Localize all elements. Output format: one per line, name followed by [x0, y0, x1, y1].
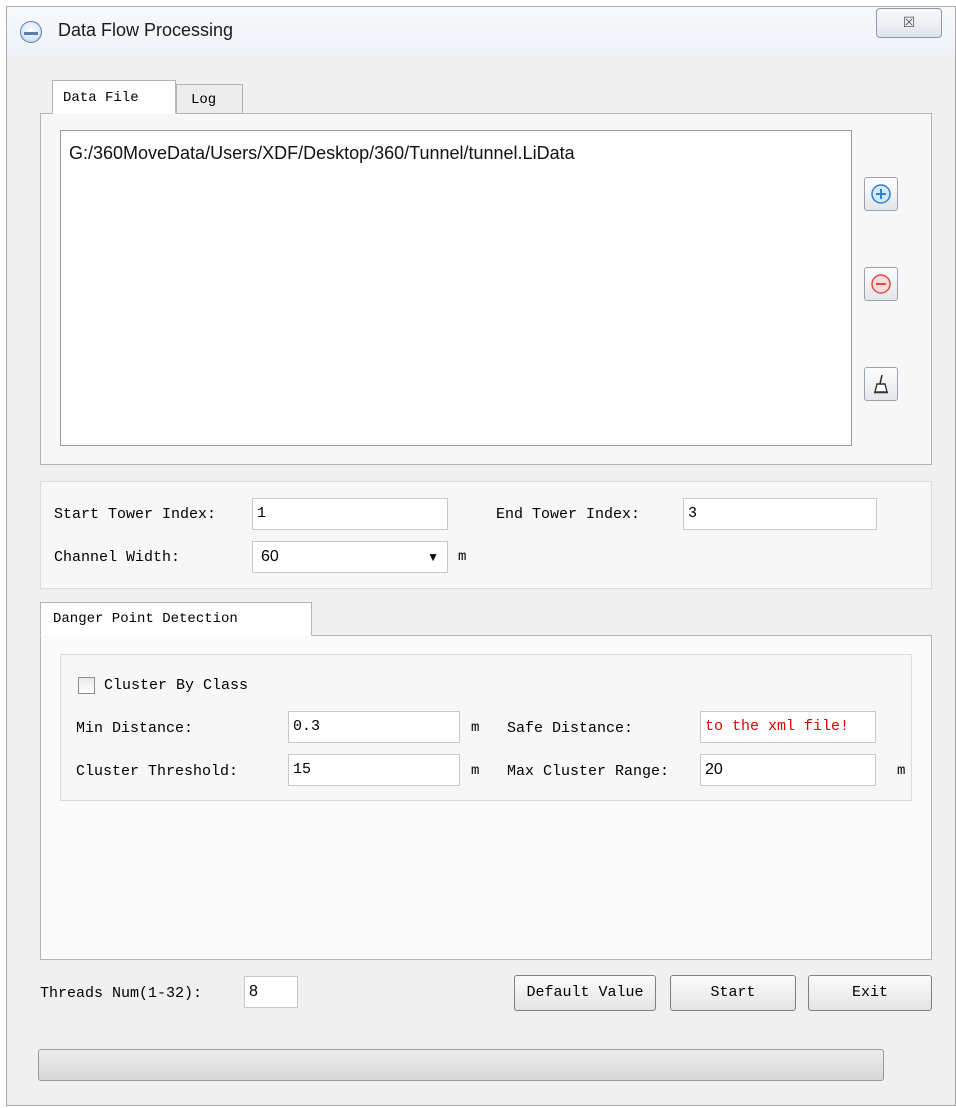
cluster-threshold-label: Cluster Threshold:	[76, 763, 239, 780]
max-cluster-range-unit: m	[897, 763, 906, 779]
channel-width-unit: m	[458, 549, 467, 565]
channel-width-label: Channel Width:	[54, 549, 181, 566]
min-distance-input[interactable]: 0.3	[288, 711, 460, 743]
exit-button[interactable]: Exit	[808, 975, 932, 1011]
threads-num-input[interactable]: 8	[244, 976, 298, 1008]
max-cluster-range-input[interactable]: 20	[700, 754, 876, 786]
cluster-threshold-unit: m	[471, 763, 480, 779]
end-tower-index-label: End Tower Index:	[496, 506, 641, 523]
tab-danger-point-detection[interactable]: Danger Point Detection	[40, 602, 312, 636]
safe-distance-input[interactable]: to the xml file!	[700, 711, 876, 743]
cluster-by-class-checkbox[interactable]	[78, 677, 95, 694]
start-tower-index-label: Start Tower Index:	[54, 506, 217, 523]
tab-data-file-label: Data File	[63, 90, 139, 106]
progress-bar	[38, 1049, 884, 1081]
remove-file-button[interactable]	[864, 267, 898, 301]
threads-num-label: Threads Num(1-32):	[40, 985, 203, 1002]
add-circle-icon	[871, 184, 891, 204]
add-file-button[interactable]	[864, 177, 898, 211]
window-title: Data Flow Processing	[58, 20, 234, 40]
chevron-down-icon[interactable]: ▼	[427, 542, 439, 572]
cluster-threshold-input[interactable]: 15	[288, 754, 460, 786]
tab-log-label: Log	[191, 92, 217, 108]
tab-log[interactable]: Log	[176, 84, 243, 114]
min-distance-unit: m	[471, 720, 480, 736]
default-value-button[interactable]: Default Value	[514, 975, 656, 1011]
min-distance-label: Min Distance:	[76, 720, 194, 737]
end-tower-index-input[interactable]: 3	[683, 498, 877, 530]
broom-icon	[874, 374, 888, 394]
tab-danger-point-detection-label: Danger Point Detection	[53, 611, 238, 627]
clear-list-button[interactable]	[864, 367, 898, 401]
channel-width-value: 60	[261, 548, 279, 565]
list-item[interactable]: G:/360MoveData/Users/XDF/Desktop/360/Tun…	[69, 143, 575, 164]
channel-width-select[interactable]: 60 ▼	[252, 541, 448, 573]
close-button[interactable]: ☒	[876, 8, 942, 38]
safe-distance-label: Safe Distance:	[507, 720, 634, 737]
remove-circle-icon	[871, 274, 891, 294]
app-logo-icon	[20, 21, 42, 43]
start-tower-index-input[interactable]: 1	[252, 498, 448, 530]
file-list[interactable]: G:/360MoveData/Users/XDF/Desktop/360/Tun…	[60, 130, 852, 446]
start-button[interactable]: Start	[670, 975, 796, 1011]
cluster-by-class-label: Cluster By Class	[104, 677, 249, 694]
tab-data-file[interactable]: Data File	[52, 80, 176, 114]
max-cluster-range-label: Max Cluster Range:	[507, 763, 670, 780]
